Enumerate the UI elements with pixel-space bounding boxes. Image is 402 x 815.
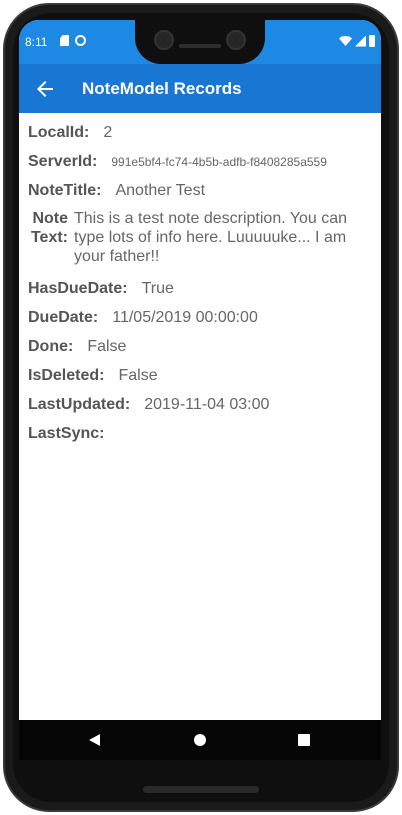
arrow-left-icon[interactable]	[33, 77, 57, 101]
field-value: False	[87, 338, 127, 355]
field-label: IsDeleted:	[28, 367, 105, 384]
status-time: 8:11	[25, 35, 48, 49]
field-label: HasDueDate:	[28, 280, 128, 297]
field-lastupdated: LastUpdated: 2019-11-04 03:00	[28, 396, 269, 414]
triangle-back-icon[interactable]	[89, 734, 100, 746]
field-value: Another Test	[115, 182, 206, 199]
field-value: 991e5bf4-fc74-4b5b-adfb-f8408285a559	[111, 155, 327, 169]
camera-notch	[135, 20, 265, 64]
field-lastsync: LastSync:	[28, 425, 118, 443]
status-icons-right	[339, 35, 375, 47]
field-hasduedate: HasDueDate: True	[28, 280, 174, 298]
earpiece-speaker	[179, 44, 221, 48]
page-title: NoteModel Records	[82, 79, 242, 98]
field-duedate: DueDate: 11/05/2019 00:00:00	[28, 309, 258, 327]
field-value: True	[141, 280, 174, 297]
field-notetext: Note Text: This is a test note descripti…	[28, 209, 374, 273]
signal-icon	[355, 35, 366, 47]
wifi-icon	[339, 36, 352, 46]
bottom-speaker	[143, 786, 259, 793]
square-recents-icon[interactable]	[298, 734, 310, 746]
field-value: 2019-11-04 03:00	[144, 396, 270, 413]
field-value: This is a test note description. You can…	[74, 210, 348, 265]
field-label: LastSync:	[28, 425, 105, 442]
app-bar: NoteModel Records	[19, 64, 381, 113]
field-isdeleted: IsDeleted: False	[28, 367, 158, 385]
sync-icon	[75, 35, 86, 46]
field-localid: LocalId: 2	[28, 124, 112, 142]
field-done: Done: False	[28, 338, 126, 356]
field-label: NoteTitle:	[28, 182, 102, 199]
front-sensor-icon	[226, 30, 246, 50]
field-serverid: ServerId: 991e5bf4-fc74-4b5b-adfb-f84082…	[28, 153, 327, 171]
field-label: LocalId:	[28, 124, 90, 141]
field-value: 11/05/2019 00:00:00	[112, 309, 258, 326]
sd-card-icon	[60, 35, 69, 46]
field-label: DueDate:	[28, 309, 99, 326]
field-notetitle: NoteTitle: Another Test	[28, 182, 205, 200]
field-label: ServerId:	[28, 153, 98, 170]
system-nav-bar	[19, 720, 381, 760]
front-camera-icon	[154, 30, 174, 50]
status-icons-left	[60, 35, 86, 46]
field-value: False	[118, 367, 158, 384]
field-label: Note Text:	[30, 210, 68, 246]
field-label: Done:	[28, 338, 74, 355]
field-label: LastUpdated:	[28, 396, 131, 413]
battery-icon	[369, 35, 375, 47]
field-value: 2	[103, 124, 113, 141]
screen: 8:11 NoteModel Records LocalId: 2 Server…	[19, 20, 381, 760]
circle-home-icon[interactable]	[194, 734, 206, 746]
